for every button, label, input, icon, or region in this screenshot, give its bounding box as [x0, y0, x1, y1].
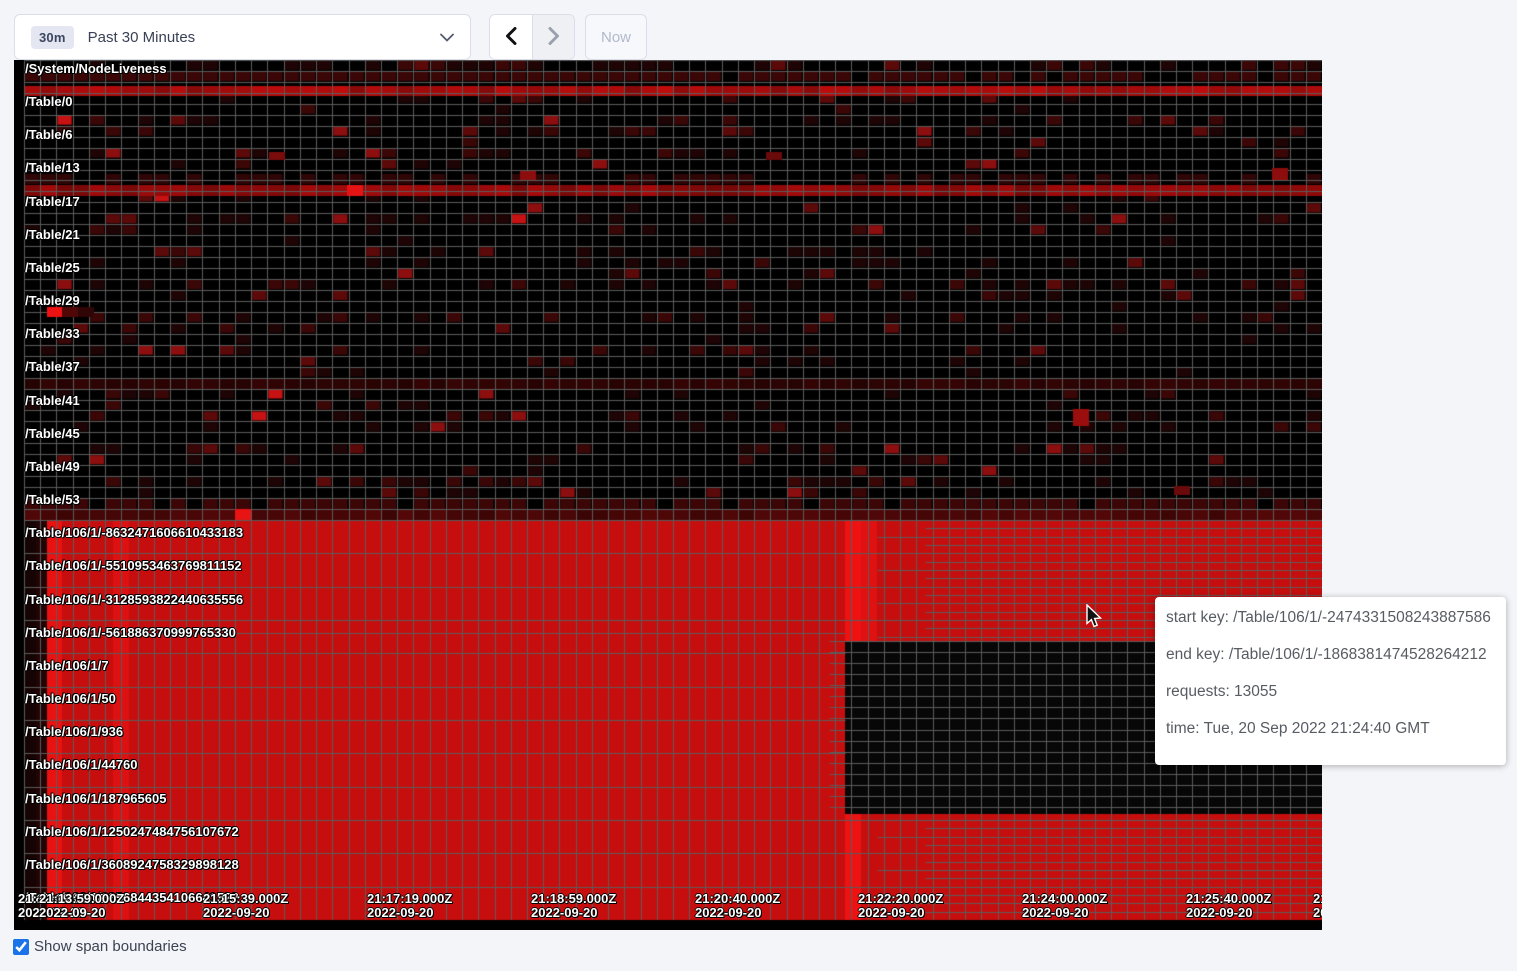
keyvisualizer-heatmap-canvas[interactable]	[14, 60, 1322, 930]
show-span-boundaries-label: Show span boundaries	[34, 938, 187, 955]
chevron-down-icon	[440, 33, 454, 42]
time-range-badge: 30m	[31, 26, 74, 49]
hover-tooltip: start key: /Table/106/1/-247433150824388…	[1155, 597, 1506, 765]
heatmap-chart-area: /System/NodeLiveness/Table/0/Table/6/Tab…	[14, 60, 1322, 930]
time-nav-button-group	[489, 14, 575, 60]
chevron-left-icon	[505, 27, 517, 48]
time-range-label: Past 30 Minutes	[88, 29, 196, 46]
now-button[interactable]: Now	[585, 14, 647, 60]
tooltip-requests: requests: 13055	[1166, 683, 1277, 701]
show-span-boundaries-row: Show span boundaries	[13, 938, 187, 955]
next-interval-button[interactable]	[532, 15, 574, 59]
key-visualizer-page: 30m Past 30 Minutes Now /System/NodeLive…	[0, 0, 1517, 971]
show-span-boundaries-checkbox[interactable]	[13, 939, 29, 955]
tooltip-end-key: end key: /Table/106/1/-18683814745282642…	[1166, 646, 1487, 664]
tooltip-start-key: start key: /Table/106/1/-247433150824388…	[1166, 609, 1491, 627]
tooltip-time: time: Tue, 20 Sep 2022 21:24:40 GMT	[1166, 720, 1430, 738]
time-range-dropdown[interactable]: 30m Past 30 Minutes	[14, 14, 471, 60]
chevron-right-icon	[548, 27, 560, 48]
previous-interval-button[interactable]	[490, 15, 532, 59]
